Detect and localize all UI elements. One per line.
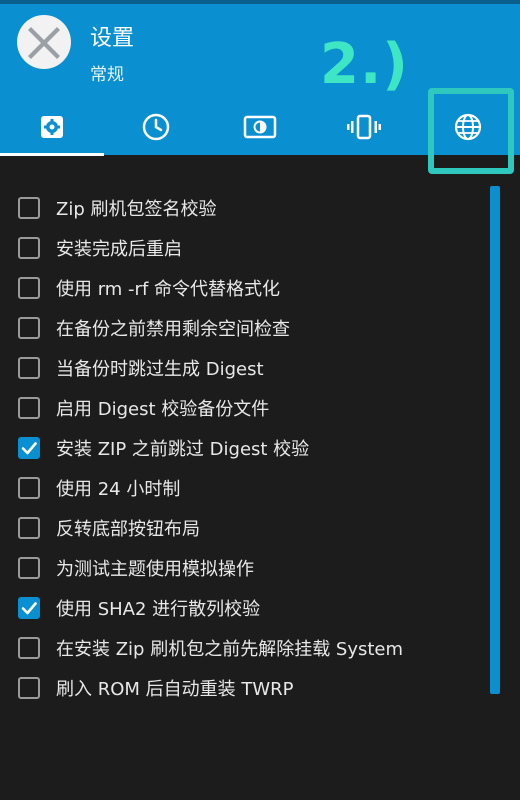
annotation-label: 2.) xyxy=(320,32,409,97)
annotation-highlight-box xyxy=(428,88,514,174)
tab-brightness[interactable] xyxy=(208,98,312,156)
option-label: 使用 24 小时制 xyxy=(56,479,181,500)
option-row[interactable]: 当备份时跳过生成 Digest xyxy=(0,348,480,388)
option-row[interactable]: Zip 刷机包签名校验 xyxy=(0,188,480,228)
checkbox-unchecked[interactable] xyxy=(18,277,40,299)
option-label: 当备份时跳过生成 Digest xyxy=(56,359,264,380)
option-label: 在备份之前禁用剩余空间检查 xyxy=(56,319,290,340)
option-row[interactable]: 使用 SHA2 进行散列校验 xyxy=(0,588,480,628)
option-row[interactable]: 启用 Digest 校验备份文件 xyxy=(0,388,480,428)
option-label: 使用 rm -rf 命令代替格式化 xyxy=(56,279,281,300)
checkbox-unchecked[interactable] xyxy=(18,677,40,699)
option-label: 反转底部按钮布局 xyxy=(56,519,200,540)
option-row[interactable]: 安装完成后重启 xyxy=(0,228,480,268)
option-row[interactable]: 为测试主题使用模拟操作 xyxy=(0,548,480,588)
option-row[interactable]: 使用 rm -rf 命令代替格式化 xyxy=(0,268,480,308)
tab-selected-indicator xyxy=(0,153,104,156)
option-label: 安装 ZIP 之前跳过 Digest 校验 xyxy=(56,439,310,460)
brightness-icon xyxy=(243,115,277,139)
option-row[interactable]: 安装 ZIP 之前跳过 Digest 校验 xyxy=(0,428,480,468)
tab-general[interactable] xyxy=(0,98,104,156)
gear-icon xyxy=(41,116,63,138)
checkbox-checked[interactable] xyxy=(18,437,40,459)
page-title: 设置 xyxy=(90,26,135,51)
scrollbar[interactable] xyxy=(490,186,500,694)
checkbox-unchecked[interactable] xyxy=(18,197,40,219)
checkbox-unchecked[interactable] xyxy=(18,477,40,499)
option-row[interactable]: 在备份之前禁用剩余空间检查 xyxy=(0,308,480,348)
option-label: 在安装 Zip 刷机包之前先解除挂载 System xyxy=(56,639,404,660)
tab-vibration[interactable] xyxy=(312,98,416,156)
option-row[interactable]: 使用 24 小时制 xyxy=(0,468,480,508)
checkbox-unchecked[interactable] xyxy=(18,357,40,379)
twrp-logo-icon xyxy=(17,15,71,69)
checkbox-unchecked[interactable] xyxy=(18,517,40,539)
checkbox-checked[interactable] xyxy=(18,597,40,619)
check-icon xyxy=(21,442,37,455)
option-label: 刷入 ROM 后自动重装 TWRP xyxy=(56,679,294,700)
checkbox-unchecked[interactable] xyxy=(18,637,40,659)
option-row[interactable]: 在安装 Zip 刷机包之前先解除挂载 System xyxy=(0,628,480,668)
option-label: Zip 刷机包签名校验 xyxy=(56,199,217,220)
tab-time[interactable] xyxy=(104,98,208,156)
page-subtitle: 常规 xyxy=(90,65,124,85)
option-label: 安装完成后重启 xyxy=(56,239,182,260)
option-row[interactable]: 刷入 ROM 后自动重装 TWRP xyxy=(0,668,480,708)
option-label: 为测试主题使用模拟操作 xyxy=(56,559,254,580)
option-label: 启用 Digest 校验备份文件 xyxy=(56,399,270,420)
vibration-icon xyxy=(347,114,381,140)
checkbox-unchecked[interactable] xyxy=(18,317,40,339)
clock-icon xyxy=(142,113,170,141)
option-label: 使用 SHA2 进行散列校验 xyxy=(56,599,261,620)
checkbox-unchecked[interactable] xyxy=(18,557,40,579)
check-icon xyxy=(21,602,37,615)
checkbox-unchecked[interactable] xyxy=(18,237,40,259)
option-row[interactable]: 反转底部按钮布局 xyxy=(0,508,480,548)
checkbox-unchecked[interactable] xyxy=(18,397,40,419)
